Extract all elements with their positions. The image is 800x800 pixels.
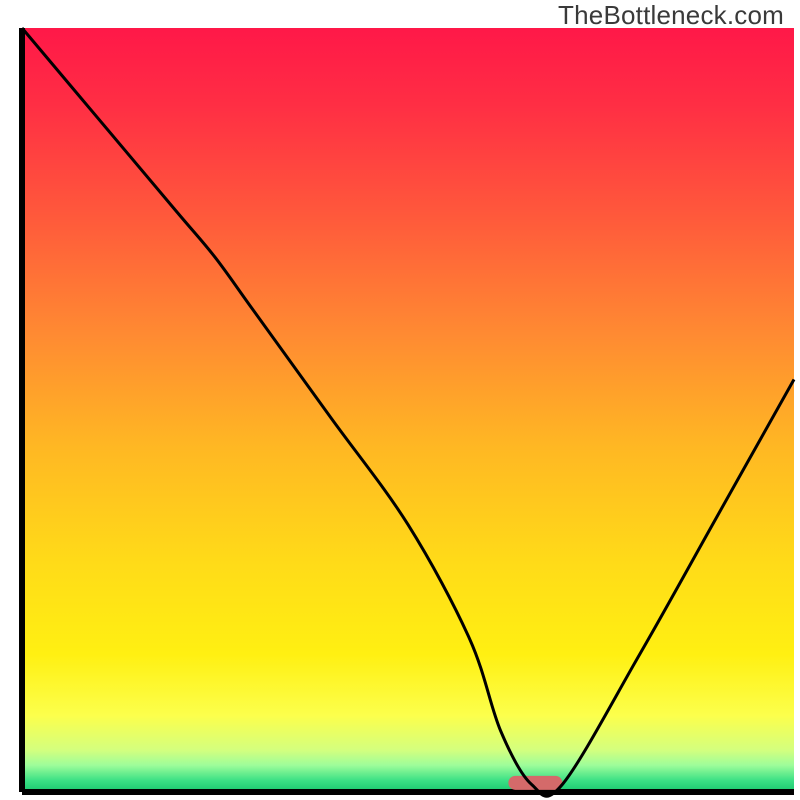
bottleneck-chart (0, 0, 800, 800)
watermark-text: TheBottleneck.com (558, 0, 784, 31)
plot-background (22, 28, 794, 792)
